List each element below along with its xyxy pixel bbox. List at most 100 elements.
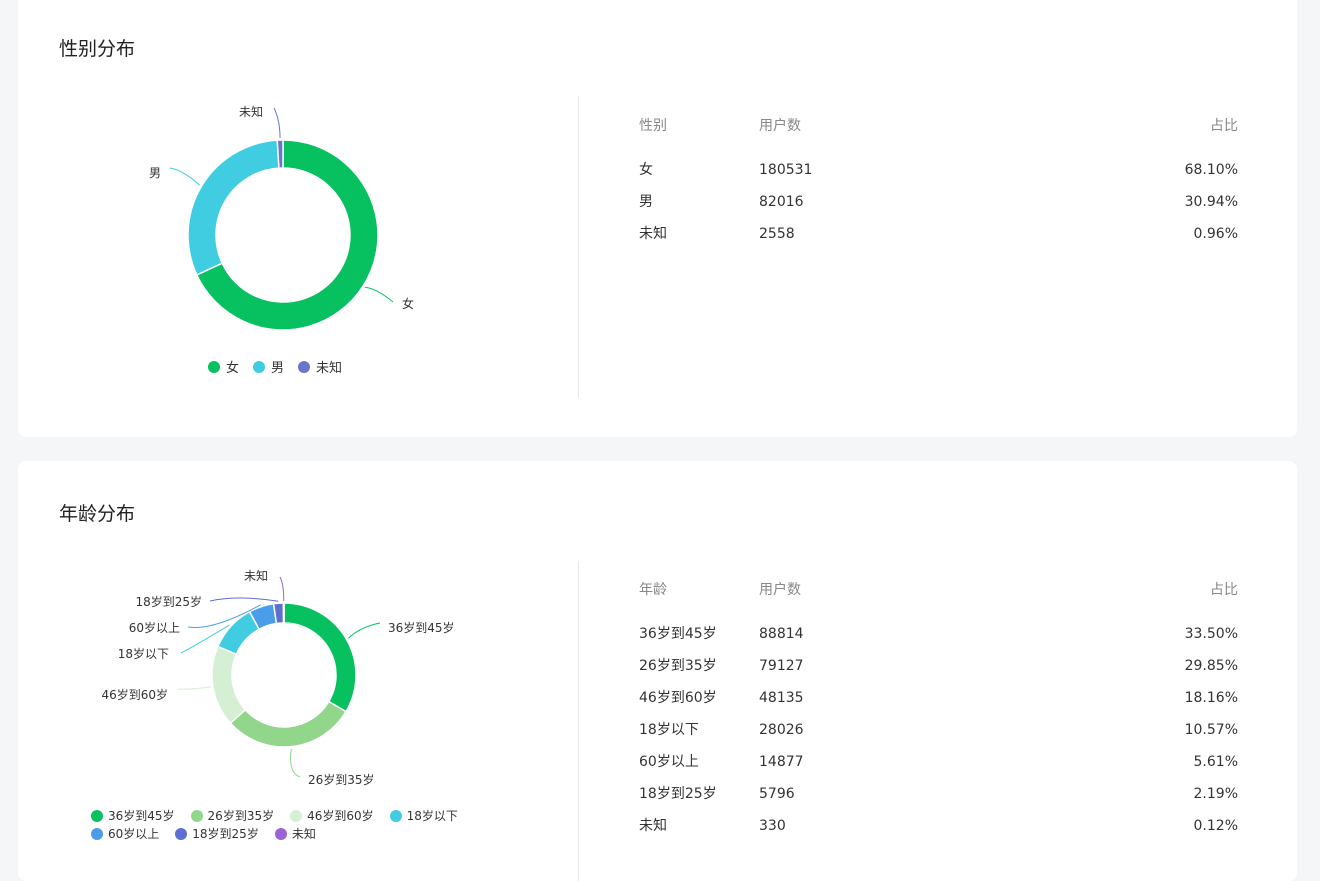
legend-dot (190, 810, 203, 822)
header-age: 年龄 (639, 582, 667, 598)
slice-label: 女 (402, 296, 414, 311)
cell-category: 女 (639, 162, 653, 178)
table-header-row: 年龄 用户数 占比 (639, 574, 1238, 606)
legend-dot (290, 810, 303, 822)
table-row: 未知 330 0.12% (639, 810, 1238, 842)
legend-label: 26岁到35岁 (207, 809, 275, 823)
donut-slice (229, 700, 347, 748)
cell-category: 男 (639, 194, 653, 210)
legend-item[interactable]: 36岁到45岁 (91, 808, 175, 824)
legend-dot (253, 360, 266, 373)
gender-distribution-card: 性别分布 女男未知 女男未知 性别 用户数 占比 女 180531 68.10%… (18, 0, 1297, 437)
cell-count: 28026 (759, 722, 804, 738)
legend-label: 18岁以下 (406, 809, 458, 823)
table-row: 26岁到35岁 79127 29.85% (639, 650, 1238, 682)
leader-line (279, 576, 285, 602)
gender-table: 性别 用户数 占比 女 180531 68.10% 男 82016 30.94%… (639, 110, 1238, 250)
legend-label: 女 (226, 361, 240, 376)
slice-label: 26岁到35岁 (308, 772, 375, 787)
section-divider (578, 96, 579, 398)
table-row: 男 82016 30.94% (639, 186, 1238, 218)
legend-item[interactable]: 女 (208, 357, 239, 376)
leader-line (209, 597, 279, 602)
cell-category: 18岁以下 (639, 722, 699, 738)
donut-slice (211, 645, 247, 725)
table-row: 46岁到60岁 48135 18.16% (639, 682, 1238, 714)
legend-dot (389, 810, 402, 822)
cell-category: 未知 (639, 818, 667, 834)
donut-slice (276, 139, 284, 169)
cell-ratio: 2.19% (1193, 786, 1238, 802)
legend-dot (91, 810, 103, 822)
cell-category: 36岁到45岁 (639, 626, 717, 642)
legend-item[interactable]: 26岁到35岁 (190, 808, 275, 824)
header-ratio: 占比 (1210, 118, 1238, 134)
legend-item[interactable]: 18岁到25岁 (175, 826, 259, 842)
cell-ratio: 0.96% (1193, 226, 1238, 242)
cell-ratio: 5.61% (1193, 754, 1238, 770)
legend-dot (208, 360, 220, 373)
cell-count: 5796 (759, 786, 795, 802)
legend-label: 36岁到45岁 (108, 809, 175, 823)
legend-label: 男 (271, 361, 285, 376)
legend-item[interactable]: 未知 (298, 357, 342, 376)
cell-count: 79127 (759, 658, 804, 674)
cell-category: 26岁到35岁 (639, 658, 717, 674)
cell-count: 14877 (759, 754, 804, 770)
table-row: 未知 2558 0.96% (639, 218, 1238, 250)
legend-dot (91, 828, 103, 840)
leader-line (347, 622, 381, 639)
leader-line (177, 686, 212, 690)
cell-count: 48135 (759, 690, 804, 706)
cell-count: 82016 (759, 194, 804, 210)
cell-ratio: 0.12% (1193, 818, 1238, 834)
legend-item[interactable]: 46岁到60岁 (290, 808, 374, 824)
cell-ratio: 68.10% (1184, 162, 1238, 178)
header-user-count: 用户数 (759, 582, 801, 598)
table-row: 女 180531 68.10% (639, 154, 1238, 186)
gender-legend: 女 男 未知 (208, 357, 356, 377)
cell-category: 未知 (639, 226, 667, 242)
legend-label: 60岁以上 (108, 827, 160, 841)
cell-category: 18岁到25岁 (639, 786, 717, 802)
slice-label: 男 (149, 166, 161, 180)
legend-dot (175, 828, 188, 840)
age-donut-chart: 36岁到45岁 26岁到35岁 46岁到60岁 18岁以下 60岁以上 18岁到25岁 未知 (101, 569, 454, 787)
legend-item[interactable]: 18岁以下 (389, 808, 458, 824)
legend-dot (274, 828, 287, 840)
slice-label: 18岁以下 (118, 646, 169, 661)
table-row: 36岁到45岁 88814 33.50% (639, 618, 1238, 650)
legend-label: 未知 (316, 361, 343, 376)
cell-count: 2558 (759, 226, 795, 242)
section-divider (578, 561, 579, 881)
legend-label: 46岁到60岁 (307, 809, 374, 823)
age-table: 年龄 用户数 占比 36岁到45岁 88814 33.50% 26岁到35岁 7… (639, 574, 1238, 842)
table-header-row: 性别 用户数 占比 (639, 110, 1238, 142)
donut-slice (282, 602, 285, 624)
cell-count: 330 (759, 818, 786, 834)
legend-item[interactable]: 未知 (274, 826, 316, 842)
cell-category: 60岁以上 (639, 754, 699, 770)
age-legend: 36岁到45岁 26岁到35岁 46岁到60岁 18岁以下 60岁以上 18岁到25岁 未知 (91, 808, 511, 844)
age-distribution-card: 年龄分布 36岁到45岁 26岁到35岁 46岁到60岁 18岁以下 60岁以上 18岁到… (18, 461, 1297, 881)
header-ratio: 占比 (1210, 582, 1238, 598)
table-row: 18岁到25岁 5796 2.19% (639, 778, 1238, 810)
legend-item[interactable]: 男 (253, 357, 284, 376)
legend-dot (298, 360, 311, 373)
cell-ratio: 18.16% (1184, 690, 1238, 706)
cell-ratio: 30.94% (1184, 194, 1238, 210)
legend-item[interactable]: 60岁以上 (91, 826, 159, 842)
leader-line (290, 748, 301, 778)
cell-count: 180531 (759, 162, 813, 178)
header-gender: 性别 (639, 118, 667, 134)
table-row: 60岁以上 14877 5.61% (639, 746, 1238, 778)
legend-label: 18岁到25岁 (192, 827, 259, 841)
slice-label: 18岁到25岁 (135, 594, 202, 609)
slice-label: 未知 (239, 105, 263, 119)
legend-label: 未知 (291, 827, 316, 841)
cell-category: 46岁到60岁 (639, 690, 717, 706)
leader-line (364, 286, 394, 303)
donut-slice (283, 602, 357, 713)
leader-line (169, 167, 201, 186)
leader-line (273, 107, 281, 139)
